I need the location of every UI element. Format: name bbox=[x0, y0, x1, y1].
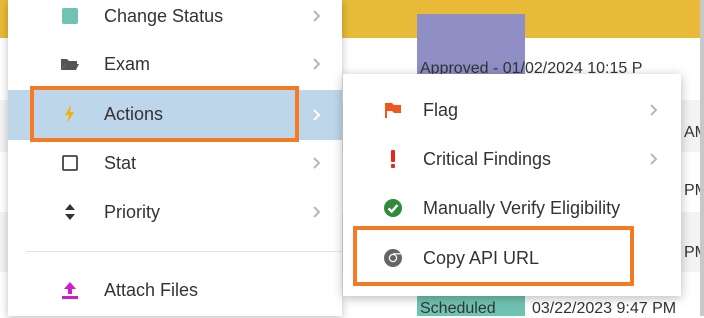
menu-item-exam[interactable]: Exam bbox=[8, 42, 342, 86]
menu-item-label: Exam bbox=[104, 54, 151, 74]
submenu-item-manually-verify-eligibility[interactable]: Manually Verify Eligibility bbox=[343, 184, 681, 232]
chevron-right-icon bbox=[312, 8, 322, 24]
chevron-right-icon bbox=[312, 204, 322, 220]
menu-item-label: Change Status bbox=[104, 6, 224, 26]
checkbox-icon bbox=[60, 153, 80, 173]
menu-item-label: Stat bbox=[104, 153, 137, 173]
chevron-right-icon bbox=[312, 155, 322, 171]
scheduled-date-text: 03/22/2023 9:47 PM bbox=[532, 300, 677, 317]
menu-item-label: Priority bbox=[104, 202, 161, 222]
menu-item-change-status[interactable]: Change Status bbox=[8, 0, 342, 38]
check-circle-icon bbox=[383, 198, 403, 218]
chevron-right-icon bbox=[649, 102, 659, 118]
context-menu: Change Status Exam Actions Stat Priority… bbox=[8, 0, 342, 316]
actions-highlight-box bbox=[30, 86, 299, 142]
submenu-item-label: Manually Verify Eligibility bbox=[423, 198, 621, 218]
flag-icon bbox=[383, 100, 403, 120]
menu-item-attach-files[interactable]: Attach Files bbox=[8, 268, 342, 312]
chevron-right-icon bbox=[312, 107, 322, 123]
submenu-item-label: Critical Findings bbox=[423, 149, 552, 169]
submenu-item-critical-findings[interactable]: Critical Findings bbox=[343, 135, 681, 183]
chevron-right-icon bbox=[649, 151, 659, 167]
copy-api-url-highlight-box bbox=[353, 226, 634, 286]
menu-item-stat[interactable]: Stat bbox=[8, 141, 342, 185]
submenu-item-flag[interactable]: Flag bbox=[343, 86, 681, 134]
sort-icon bbox=[60, 202, 80, 222]
chevron-right-icon bbox=[312, 56, 322, 72]
exclamation-icon bbox=[383, 149, 403, 169]
scheduled-status-text: Scheduled bbox=[420, 300, 496, 317]
folder-open-icon bbox=[60, 54, 80, 74]
upload-icon bbox=[60, 280, 80, 300]
menu-item-label: Attach Files bbox=[104, 280, 199, 300]
submenu-item-label: Flag bbox=[423, 100, 459, 120]
menu-separator bbox=[26, 251, 342, 252]
menu-item-priority[interactable]: Priority bbox=[8, 190, 342, 234]
right-edge-border bbox=[700, 0, 704, 316]
change-status-icon bbox=[60, 6, 80, 26]
